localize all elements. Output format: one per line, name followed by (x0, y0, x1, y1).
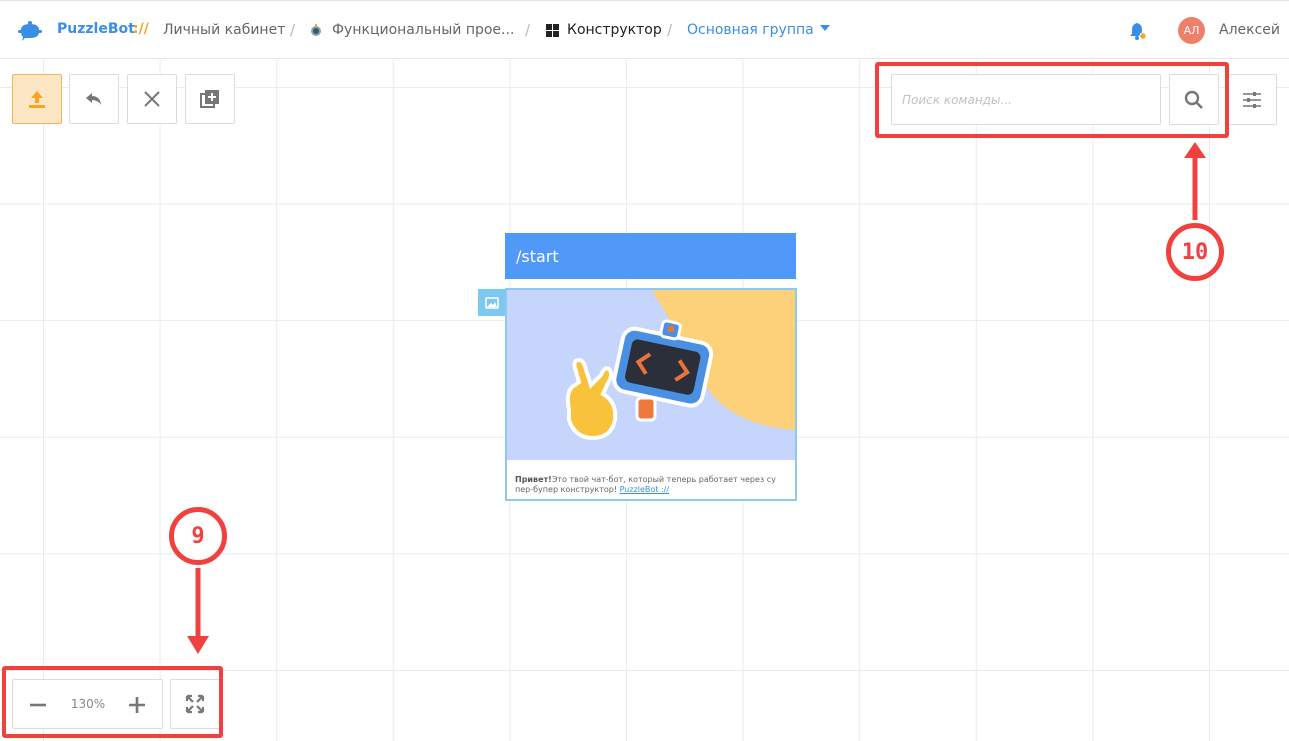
puzzlebot-logo-icon[interactable] (17, 18, 43, 44)
annotation-highlight-search (875, 62, 1229, 138)
message-block[interactable]: Привет!Это твой чат-бот, который теперь … (505, 288, 797, 501)
image-icon (484, 296, 499, 309)
breadcrumb-cabinet[interactable]: Личный кабинет (163, 22, 285, 38)
message-image (507, 290, 795, 460)
breadcrumb-constructor[interactable]: Конструктор (567, 22, 662, 38)
sliders-icon (1243, 91, 1261, 108)
brand-name[interactable]: PuzzleBot (57, 21, 135, 37)
breadcrumb-separator: / (525, 21, 531, 39)
undo-icon (86, 93, 101, 105)
bot-illustration (507, 290, 795, 460)
add-block-button[interactable] (185, 74, 235, 124)
breadcrumb-separator: / (290, 21, 296, 39)
puzzlebot-link[interactable]: PuzzleBot :// (620, 485, 669, 494)
breadcrumb-separator: / (667, 21, 673, 39)
add-copy-icon (200, 90, 219, 108)
notification-bell-icon[interactable] (1128, 20, 1148, 42)
close-icon (144, 91, 160, 107)
annotation-arrow-down-icon (187, 568, 209, 654)
breadcrumb-project[interactable]: Функциональный прое... (332, 22, 514, 38)
command-name: /start (516, 246, 559, 266)
filter-settings-button[interactable] (1227, 74, 1277, 125)
message-text: Привет!Это твой чат-бот, который теперь … (515, 475, 790, 495)
user-name[interactable]: Алексей (1219, 22, 1280, 38)
message-greeting: Привет! (515, 475, 552, 484)
annotation-badge-9: 9 (169, 507, 227, 565)
brand-slashes: :// (133, 21, 149, 37)
close-button[interactable] (127, 74, 177, 124)
bot-avatar-icon (311, 24, 321, 36)
undo-button[interactable] (69, 74, 119, 124)
upload-button[interactable] (12, 74, 62, 124)
group-selector-label: Основная группа (687, 22, 814, 38)
annotation-arrow-up-icon (1184, 142, 1206, 220)
constructor-grid-icon (546, 24, 559, 37)
annotation-highlight-zoom (2, 666, 223, 738)
upload-icon (29, 91, 45, 108)
chevron-down-icon (819, 25, 830, 31)
annotation-badge-10: 10 (1166, 223, 1224, 281)
top-header: PuzzleBot :// Личный кабинет / Функциона… (0, 0, 1289, 59)
user-avatar[interactable]: АЛ (1178, 17, 1205, 44)
image-message-tag[interactable] (478, 289, 505, 316)
command-block-header[interactable]: /start (505, 233, 796, 279)
group-selector[interactable]: Основная группа (687, 22, 830, 38)
